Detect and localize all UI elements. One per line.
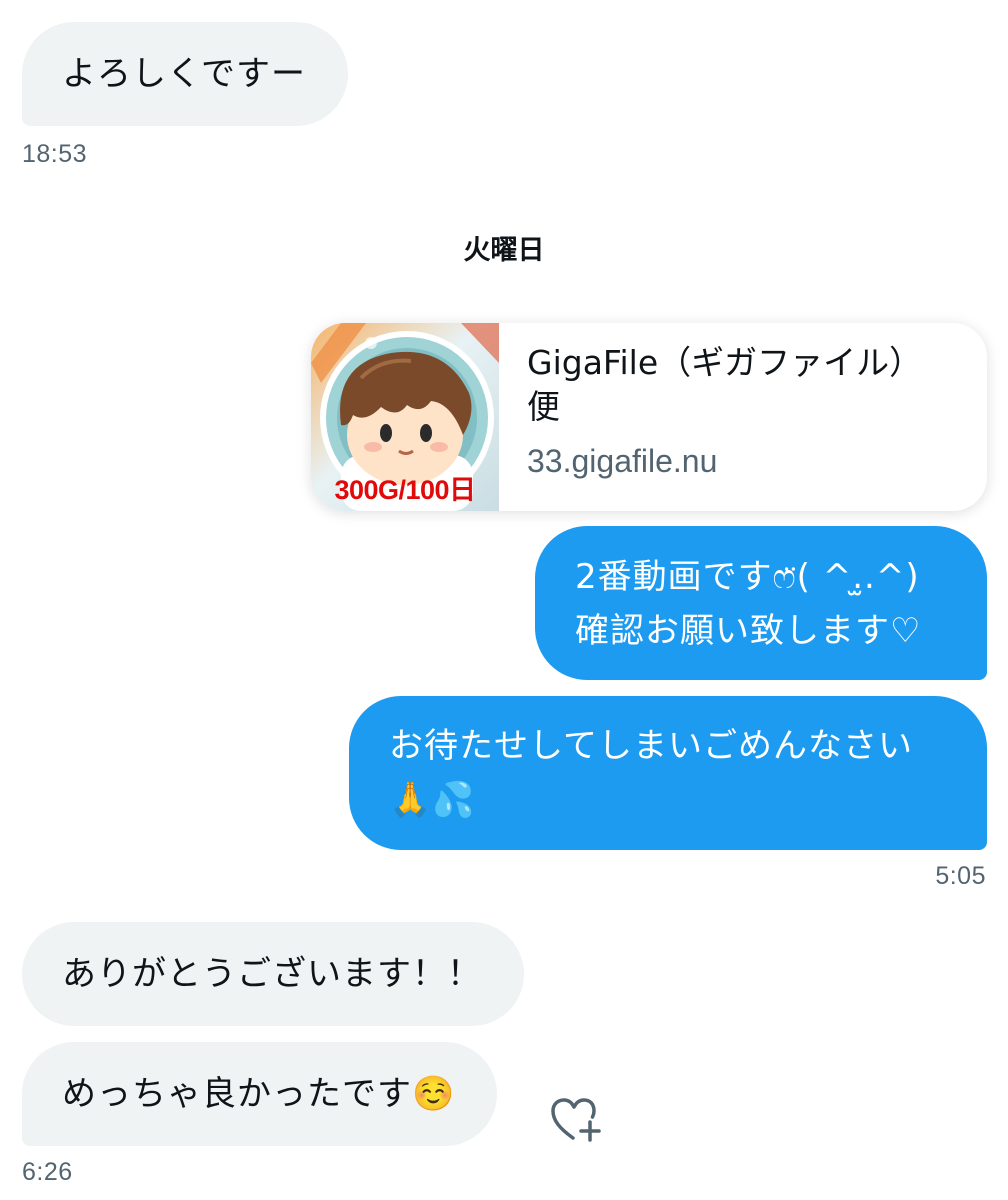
- thumbnail-caption: 300G/100日: [334, 475, 476, 505]
- link-title-line: 便: [527, 387, 560, 426]
- link-title-line: GigaFile（ギガファイル）: [527, 343, 923, 382]
- outgoing-message-bubble[interactable]: お待たせしてしまいごめんなさい 🙏💦: [349, 696, 987, 850]
- message-text: めっちゃ良かったです☺️: [62, 1074, 456, 1114]
- day-separator: 火曜日: [463, 235, 545, 266]
- message-timestamp: 6:26: [22, 1158, 73, 1186]
- incoming-message-bubble[interactable]: ありがとうございます！！: [22, 922, 524, 1026]
- link-domain: 33.gigafile.nu: [527, 443, 718, 479]
- message-text-line: お待たせしてしまいごめんなさい: [389, 726, 913, 766]
- message-timestamp: 18:53: [22, 140, 88, 168]
- link-preview-card[interactable]: 300G/100日 GigaFile（ギガファイル） 便 33.gigafile…: [311, 323, 987, 511]
- message-timestamp: 5:05: [935, 862, 986, 890]
- incoming-message-bubble[interactable]: めっちゃ良かったです☺️: [22, 1042, 498, 1146]
- heart-plus-icon[interactable]: [551, 1098, 601, 1142]
- gigafile-thumbnail-image: 300G/100日: [311, 323, 499, 511]
- message-text: ありがとうございます！！: [62, 954, 482, 994]
- incoming-message-bubble[interactable]: よろしくですー: [22, 22, 348, 126]
- message-text-line: 🙏💦: [389, 780, 476, 820]
- link-title: GigaFile（ギガファイル） 便: [527, 341, 957, 429]
- message-text-line: 確認お願い致します♡: [575, 611, 922, 651]
- outgoing-message-bubble[interactable]: 2番動画ですෆ̈( ^.̫.^) 確認お願い致します♡: [535, 526, 987, 680]
- message-text-line: 2番動画ですෆ̈( ^.̫.^): [575, 557, 920, 597]
- message-text: よろしくですー: [62, 54, 306, 94]
